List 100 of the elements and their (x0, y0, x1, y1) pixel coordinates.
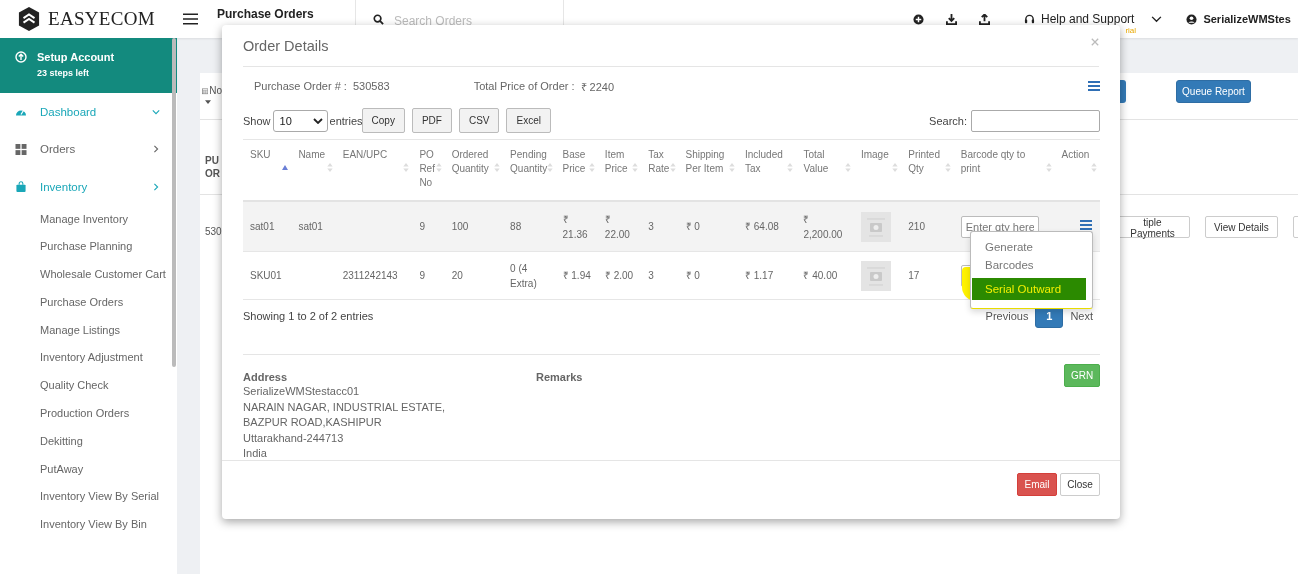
table-cell: 2311242143 (342, 270, 398, 281)
total-price: ₹ 2240 (580, 79, 615, 94)
address-line: NARAIN NAGAR, INDUSTRIAL ESTATE, BAZPUR ROAD,KASHIPUR (243, 399, 447, 430)
entries-label: entries (329, 114, 363, 127)
chevron-down-icon[interactable] (1151, 15, 1163, 23)
chevron-down-icon (152, 107, 160, 116)
sort-icon (494, 163, 501, 172)
sidebar-item[interactable]: Orders (0, 130, 177, 168)
sort-icon (787, 163, 794, 172)
sort-icon (1091, 163, 1097, 172)
queue-report-button[interactable]: Queue Report (1176, 80, 1251, 103)
scrollbar[interactable] (172, 38, 176, 367)
sort-icon (669, 163, 676, 172)
sidebar-subitem[interactable]: Wholesale Customer Cart (0, 261, 177, 289)
table-cell: 0 (4 Extra) (510, 262, 537, 289)
upload-icon[interactable] (979, 13, 990, 25)
table-cell: ₹ 1.17 (745, 270, 774, 281)
sidebar-subitem[interactable]: Quality Check (0, 372, 177, 401)
remarks-label: Remarks (536, 371, 583, 383)
table-cell: 210 (908, 221, 925, 232)
table-cell: 530 (205, 226, 222, 237)
table-cell: 3 (648, 270, 654, 281)
table-cell: ₹ 2,200.00 (803, 213, 843, 240)
sidebar-subitem[interactable]: Inventory Adjustment (0, 344, 177, 373)
sort-icon (844, 163, 851, 172)
table-cell: ₹ 21.36 (562, 213, 588, 240)
sidebar-subitem[interactable]: Inventory View By Bin (0, 511, 177, 540)
page-size-select[interactable]: 10 (272, 109, 328, 132)
add-icon[interactable] (913, 13, 924, 25)
no-image-thumbnail (860, 260, 891, 291)
sidebar-subitem[interactable]: Inventory View By Serial (0, 483, 177, 512)
sort-icon (588, 163, 595, 172)
table-cell: 88 (510, 221, 522, 232)
table-cell: SKU01 (250, 270, 282, 281)
sidebar-subitem[interactable]: PutAway (0, 455, 177, 484)
sort-ascending-icon (282, 163, 289, 172)
address-line: SerializeWMStestacc01 (243, 384, 361, 399)
trial-note: rial (1125, 26, 1137, 35)
table-cell: ₹ 1.94 (562, 270, 591, 281)
show-label: Show (243, 114, 271, 127)
logo-text: EASYECOM (48, 8, 155, 30)
table-cell: 9 (419, 270, 425, 281)
shopping-bag-icon (15, 181, 27, 193)
sidebar-subitem[interactable]: Manage Inventory (0, 205, 177, 234)
sidebar-subitem[interactable]: Purchase Planning (0, 233, 177, 262)
sidebar-subitem[interactable]: Manage Listings (0, 316, 177, 345)
address-line: Uttarakhand-244713 (243, 430, 345, 446)
table-cell: sat01 (250, 221, 275, 232)
export-button[interactable]: Excel (506, 108, 551, 133)
search-field[interactable] (971, 109, 1100, 132)
sort-icon (1045, 163, 1052, 172)
sidebar-subitem[interactable]: Purchase Orders (0, 288, 177, 317)
table-cell: ₹ 0 (685, 270, 700, 281)
export-button[interactable]: Copy (361, 108, 405, 133)
setup-account-banner[interactable]: Setup Account 23 steps left (0, 38, 177, 93)
previous-link[interactable]: Previous (978, 310, 1036, 322)
close-button[interactable]: Close (1060, 473, 1100, 496)
search-label: Search: (929, 114, 967, 127)
caret-icon[interactable] (205, 100, 211, 104)
no-image-thumbnail (860, 211, 891, 242)
chevron-right-icon (152, 145, 160, 154)
entries-info: Showing 1 to 2 of 2 entries (243, 310, 374, 322)
logo-icon (18, 7, 40, 31)
table-cell: ₹ 0 (685, 221, 700, 232)
menu-icon[interactable] (183, 13, 198, 25)
search-icon (373, 13, 384, 25)
table-cell: 17 (908, 270, 920, 281)
arrow-up-circle-icon (15, 51, 27, 63)
table-cell: 20 (451, 270, 463, 281)
address-line: India (243, 446, 268, 461)
export-button[interactable]: CSV (458, 108, 500, 133)
row-action-button[interactable]: View Details (1205, 216, 1278, 238)
total-price-label: Total Price of Order : (473, 80, 575, 92)
dialog-title: Order Details (243, 37, 329, 54)
chevron-down-icon (312, 117, 323, 124)
sidebar-subitem[interactable]: Dekitting (0, 427, 177, 456)
help-link[interactable]: Help and Support (1041, 12, 1135, 26)
sidebar-subitem[interactable]: Production Orders (0, 400, 177, 428)
export-button[interactable]: PDF (411, 108, 452, 133)
po-number: 530583 (352, 80, 390, 92)
sort-icon (729, 163, 735, 172)
user-name[interactable]: SerializeWMStes (1203, 13, 1291, 25)
table-cell: ₹ 22.00 (604, 213, 630, 240)
steps-left: 23 steps left (37, 68, 91, 78)
table-cell: 9 (419, 221, 425, 232)
setup-title: Setup Account (37, 51, 115, 63)
sort-icon (892, 163, 899, 172)
grid-icon (15, 143, 27, 155)
download-icon[interactable] (946, 13, 957, 25)
menu-item[interactable]: Serial Outward (972, 278, 1086, 300)
email-button[interactable]: Email (1017, 473, 1057, 496)
po-label: Purchase Order # : (254, 80, 347, 92)
table-cell: ₹ 64.08 (745, 221, 779, 232)
page-title: Purchase Orders (217, 6, 315, 21)
sort-icon (944, 163, 951, 172)
sort-icon (546, 163, 553, 172)
chevron-right-icon (152, 182, 160, 191)
table-cell: 3 (648, 221, 654, 232)
column-header: PU OR (205, 154, 221, 180)
next-link[interactable]: Next (1063, 310, 1100, 322)
